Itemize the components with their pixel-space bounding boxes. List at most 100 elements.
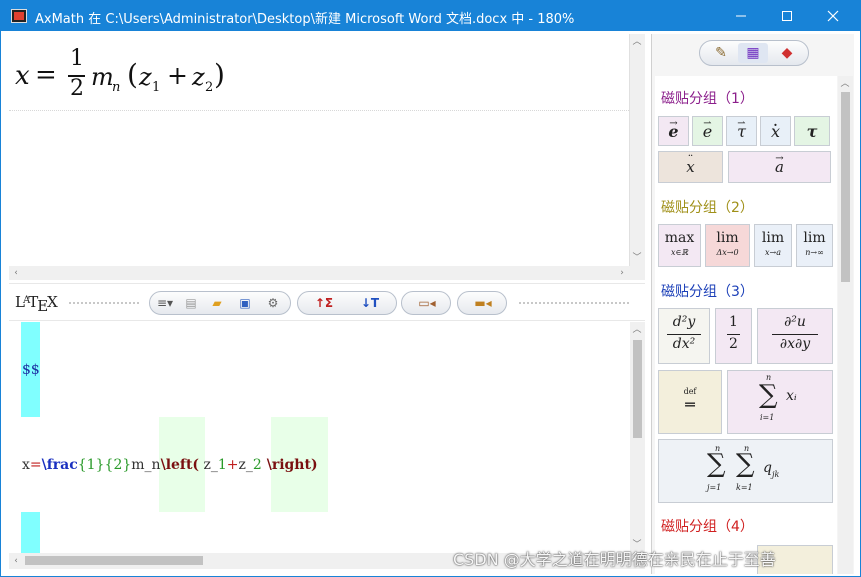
tile-denominator: ∂x∂y [779,336,811,352]
formula-lhs: x [15,61,30,91]
tile-subscript: x→a [765,248,781,257]
tile-ddot-x[interactable]: ¨ x [658,151,723,183]
settings-gear-icon[interactable]: ⚙ [262,294,284,312]
code-line-2: x=\frac{1}{2}m_n\left( z_1+z_2 \right) [22,457,318,473]
code-token: z_ [238,457,253,473]
export-latex-up-icon[interactable]: ↑Σ [306,294,342,312]
maximize-icon [782,11,792,21]
tile-dot-x[interactable]: · x [760,116,791,146]
panel-vertical-scrollbar[interactable]: ︿ [838,76,853,574]
tile-partial-derivative[interactable]: ∂²u ∂x∂y [757,308,833,364]
eraser-icon[interactable]: ◆ [772,43,802,63]
latex-logo-x: X [47,293,58,311]
code-token: z_ [199,457,218,473]
insert-word-group: ▭◂ [401,291,451,315]
scroll-thumb[interactable] [633,340,642,438]
latex-logo-t: T [28,293,38,311]
tile-body: q [763,460,772,476]
scroll-left-icon[interactable]: ‹ [9,267,23,279]
toolbar-separator-right [519,302,629,304]
toolbox-group: ▬◂ [457,291,507,315]
minimize-button[interactable] [718,1,764,31]
tile-second-derivative[interactable]: d²y dx² [658,308,710,364]
toolbar-separator [69,302,139,304]
tile-symbol: a [775,158,784,176]
tile-lim-delta[interactable]: lim Δx→0 [705,224,750,267]
scroll-right-icon[interactable]: › [615,267,629,279]
tile-vec-e-bold[interactable]: → e [658,116,689,146]
tile-symbol: lim [803,230,826,246]
tile-vec-e[interactable]: ⇀ e [692,116,723,146]
tile-numerator: ∂²u [784,314,806,330]
tile-vec-a[interactable]: → a [728,151,831,183]
code-token: x [22,457,30,473]
tile-lim-inf[interactable]: lim n→∞ [796,224,833,267]
scroll-thumb[interactable] [25,556,203,565]
save-icon[interactable]: ▣ [234,294,256,312]
csdn-watermark: CSDN @大学之道在明明德在亲民在止于至善 [453,550,776,569]
scroll-up-icon[interactable]: ︿ [630,36,644,48]
code-token: 1 [217,457,227,473]
list-dropdown-icon[interactable]: ≡▾ [154,294,176,312]
new-document-icon[interactable]: ▤ [180,294,202,312]
code-token: \frac [41,457,78,473]
toolbox-icon[interactable]: ▬◂ [466,294,500,312]
tile-symbol: x [686,158,695,176]
tile-symbol: ∑ [736,449,755,479]
tile-numerator: 1 [729,314,738,330]
highlight-block [21,512,40,553]
tile-subscript: k=1 [736,483,753,492]
tile-denominator: 2 [729,336,738,352]
tile-subscript: x∈ℝ [670,248,689,257]
code-vertical-scrollbar[interactable]: ︿ ﹀ [630,322,645,553]
tile-max[interactable]: max x∈ℝ [658,224,701,267]
formula-editor[interactable]: x = 1 2 m n ( z 1 + z 2 ) [9,34,630,266]
tile-summation[interactable]: n ∑ i=1 xᵢ [727,370,833,434]
title-bar[interactable]: AxMath 在 C:\Users\Administrator\Desktop\… [1,1,860,31]
app-logo-icon [11,9,27,23]
tile-vec-tau[interactable]: ⇀ τ [726,116,757,146]
formula-right-paren: ) [214,58,225,91]
tile-defined-equal[interactable]: def ═ [658,370,722,434]
scroll-thumb[interactable] [841,92,850,282]
tile-bold-tau[interactable]: τ [794,116,830,146]
close-button[interactable] [810,1,856,31]
scroll-down-icon[interactable]: ﹀ [630,252,644,264]
editor-horizontal-scrollbar[interactable]: ‹ › [9,266,645,280]
tile-fraction-bar [727,334,740,335]
maximize-button[interactable] [764,1,810,31]
latex-logo-a: A [22,295,30,306]
code-token: } [122,457,132,473]
tile-numerator: d²y [672,314,696,330]
scroll-left-icon[interactable]: ‹ [9,555,23,567]
tile-double-summation[interactable]: n ∑ j=1 n ∑ k=1 q jk [658,439,833,503]
code-token: \left( [160,457,200,473]
latex-convert-group: ↑Σ ↓T [297,291,397,315]
latex-code-editor[interactable]: $$ x=\frac{1}{2}m_n\left( z_1+z_2 \right… [9,322,630,553]
tile-fraction-bar [772,334,818,335]
file-button-group: ≡▾ ▤ ▰ ▣ ⚙ [149,291,291,315]
tile-symbol: τ [737,122,746,141]
formula-z2: z [192,63,205,91]
group-title-4: 磁贴分组（4） [661,516,754,536]
brush-icon[interactable]: ✎ [706,43,736,63]
tile-half-fraction[interactable]: 12 [715,308,752,364]
formula-left-paren: ( [127,58,138,91]
import-latex-down-icon[interactable]: ↓T [352,294,388,312]
open-folder-icon[interactable]: ▰ [206,294,228,312]
scroll-up-icon[interactable]: ︿ [630,324,644,336]
tile-subscript: n→∞ [805,248,824,257]
latex-toolbar: LATEX ≡▾ ▤ ▰ ▣ ⚙ ↑Σ ↓T ▭◂ ▬◂ [9,283,645,321]
color-grid-icon[interactable]: ▦ [738,43,768,63]
tile-symbol: e [668,122,679,141]
formula-m: m [91,63,114,91]
code-token: { [77,457,87,473]
tile-lim-a[interactable]: lim x→a [754,224,792,267]
latex-logo: LATEX [15,293,58,315]
insert-to-word-icon[interactable]: ▭◂ [410,294,444,312]
tile-symbol: ∑ [759,380,778,410]
formula-z1: z [139,63,152,91]
scroll-up-icon[interactable]: ︿ [838,78,852,90]
editor-vertical-scrollbar[interactable]: ︿ ﹀ [630,34,645,266]
tile-symbol: lim [716,230,739,246]
